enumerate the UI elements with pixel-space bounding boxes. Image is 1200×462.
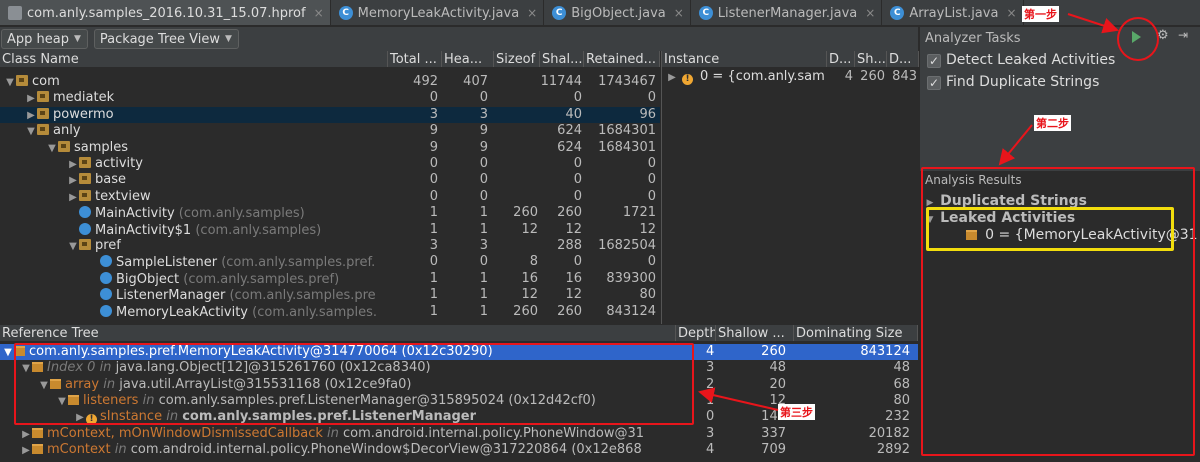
arrow-step2 xyxy=(998,124,1033,166)
annotation-arrows xyxy=(698,13,1119,411)
arrow-step1 xyxy=(1067,13,1119,34)
arrow-step3 xyxy=(698,387,779,411)
